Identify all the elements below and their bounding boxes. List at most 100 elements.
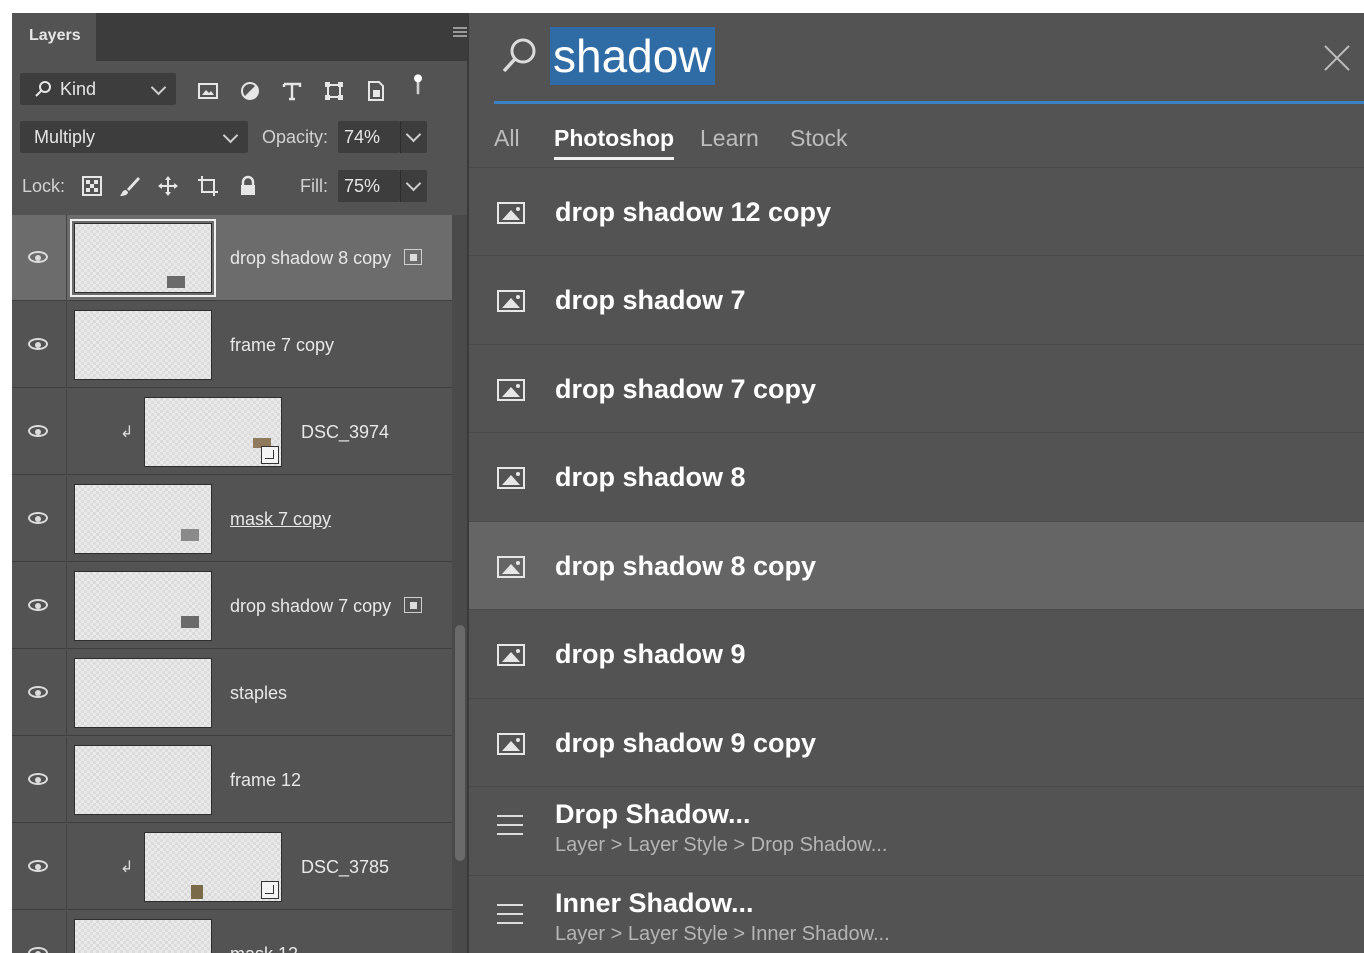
smart-object-filter-icon[interactable] <box>364 79 388 103</box>
image-layer-icon <box>497 467 525 489</box>
layer-row[interactable]: drop shadow 7 copy <box>12 563 452 649</box>
search-icon <box>502 38 536 73</box>
lock-transparency-icon[interactable] <box>80 174 104 198</box>
lock-row: Lock: Fill: 75% <box>12 169 467 203</box>
layer-name[interactable]: mask 7 copy <box>230 476 331 562</box>
layer-row[interactable]: ↲ DSC_3974 <box>12 389 452 475</box>
visibility-toggle[interactable] <box>12 737 67 823</box>
layer-row[interactable]: ↲ DSC_3785 <box>12 824 452 910</box>
visibility-toggle[interactable] <box>12 911 67 953</box>
result-title: drop shadow 8 <box>555 462 746 492</box>
result-title: drop shadow 12 copy <box>555 197 832 227</box>
visibility-toggle[interactable] <box>12 563 67 649</box>
result-menu-path: Layer > Layer Style > Inner Shadow... <box>555 923 890 945</box>
layer-name[interactable]: drop shadow 7 copy <box>230 563 391 649</box>
search-query-text[interactable]: shadow <box>550 27 715 85</box>
image-layer-icon <box>497 379 525 401</box>
fill-field[interactable]: 75% <box>338 170 400 202</box>
blend-row: Multiply Opacity: 74% <box>12 121 467 155</box>
tab-stock[interactable]: Stock <box>790 119 848 157</box>
result-item-layer[interactable]: drop shadow 8 <box>469 432 1364 520</box>
result-item-layer[interactable]: drop shadow 7 copy <box>469 344 1364 432</box>
filter-kind-select[interactable]: Kind <box>20 73 176 105</box>
layer-row[interactable]: frame 7 copy <box>12 302 452 388</box>
result-item-menu[interactable]: Drop Shadow... Layer > Layer Style > Dro… <box>469 786 1364 874</box>
blend-mode-select[interactable]: Multiply <box>20 121 248 153</box>
layer-row[interactable]: staples <box>12 650 452 736</box>
pixel-layer-filter-icon[interactable] <box>196 79 220 103</box>
type-layer-filter-icon[interactable] <box>280 79 304 103</box>
eye-icon <box>28 686 48 698</box>
blend-mode-value: Multiply <box>34 127 96 147</box>
eye-icon <box>28 512 48 524</box>
chevron-down-icon <box>405 126 422 143</box>
result-item-menu[interactable]: Inner Shadow... Layer > Layer Style > In… <box>469 875 1364 953</box>
visibility-toggle[interactable] <box>12 824 67 910</box>
lock-artboard-icon[interactable] <box>196 174 220 198</box>
chevron-down-icon <box>222 127 239 144</box>
adjustment-layer-filter-icon[interactable] <box>238 79 262 103</box>
layer-row[interactable]: mask 7 copy <box>12 476 452 562</box>
visibility-toggle[interactable] <box>12 302 67 388</box>
layer-row[interactable]: frame 12 <box>12 737 452 823</box>
layer-name[interactable]: DSC_3974 <box>301 389 389 475</box>
result-item-layer[interactable]: drop shadow 7 <box>469 255 1364 343</box>
layer-row[interactable]: drop shadow 8 copy <box>12 215 452 301</box>
tab-all[interactable]: All <box>494 119 520 157</box>
fill-label: Fill: <box>300 176 328 196</box>
chevron-down-icon <box>150 79 167 96</box>
opacity-label: Opacity: <box>262 127 329 147</box>
layer-name[interactable]: frame 12 <box>230 737 301 823</box>
layer-style-badge-icon[interactable] <box>404 597 422 613</box>
fill-dropdown[interactable] <box>400 170 427 202</box>
layer-name[interactable]: staples <box>230 650 287 736</box>
eye-icon <box>28 599 48 611</box>
lock-all-icon[interactable] <box>236 174 260 198</box>
result-title: drop shadow 7 copy <box>555 374 817 404</box>
layer-name[interactable]: frame 7 copy <box>230 302 334 388</box>
visibility-toggle[interactable] <box>12 476 67 562</box>
panel-menu-icon[interactable] <box>453 27 467 41</box>
layers-tab[interactable]: Layers <box>12 13 96 61</box>
search-panel: shadow All Photoshop Learn Stock drop sh… <box>469 13 1364 953</box>
opacity-field[interactable]: 74% <box>338 121 400 153</box>
result-title: drop shadow 7 <box>555 285 746 315</box>
result-title: drop shadow 8 copy <box>555 551 817 581</box>
result-item-layer[interactable]: drop shadow 9 <box>469 609 1364 697</box>
smart-object-icon <box>261 881 279 899</box>
tab-photoshop[interactable]: Photoshop <box>554 119 675 160</box>
layer-thumbnail <box>74 919 212 953</box>
result-item-layer[interactable]: drop shadow 9 copy <box>469 698 1364 786</box>
smart-object-icon <box>261 446 279 464</box>
filter-toggle-icon[interactable] <box>406 73 430 97</box>
result-item-layer[interactable]: drop shadow 8 copy <box>469 521 1364 609</box>
layer-thumbnail <box>144 397 282 467</box>
layer-name[interactable]: DSC_3785 <box>301 824 389 910</box>
layer-thumbnail <box>74 658 212 728</box>
tab-learn[interactable]: Learn <box>700 119 759 157</box>
visibility-toggle[interactable] <box>12 215 67 301</box>
lock-position-move-icon[interactable] <box>156 174 180 198</box>
visibility-toggle[interactable] <box>12 389 67 475</box>
menu-command-icon <box>497 904 523 926</box>
layer-name[interactable]: drop shadow 8 copy <box>230 215 391 301</box>
layer-row[interactable]: mask 12 <box>12 911 452 953</box>
result-title: drop shadow 9 copy <box>555 728 817 758</box>
result-item-layer[interactable]: drop shadow 12 copy <box>469 167 1364 255</box>
lock-pixels-brush-icon[interactable] <box>118 174 142 198</box>
layer-name[interactable]: mask 12 <box>230 911 298 953</box>
result-title: drop shadow 9 <box>555 639 746 669</box>
layer-thumbnail <box>70 219 216 297</box>
image-layer-icon <box>497 202 525 224</box>
shape-layer-filter-icon[interactable] <box>322 79 346 103</box>
result-menu-path: Layer > Layer Style > Drop Shadow... <box>555 834 888 856</box>
layer-thumbnail <box>74 745 212 815</box>
layer-thumbnail <box>74 571 212 641</box>
layer-thumbnail <box>74 484 212 554</box>
close-icon[interactable] <box>1322 43 1352 73</box>
layers-scrollbar-thumb[interactable] <box>455 625 465 861</box>
visibility-toggle[interactable] <box>12 650 67 736</box>
search-input[interactable]: shadow <box>494 21 1364 104</box>
opacity-dropdown[interactable] <box>400 121 427 153</box>
layer-style-badge-icon[interactable] <box>404 249 422 265</box>
